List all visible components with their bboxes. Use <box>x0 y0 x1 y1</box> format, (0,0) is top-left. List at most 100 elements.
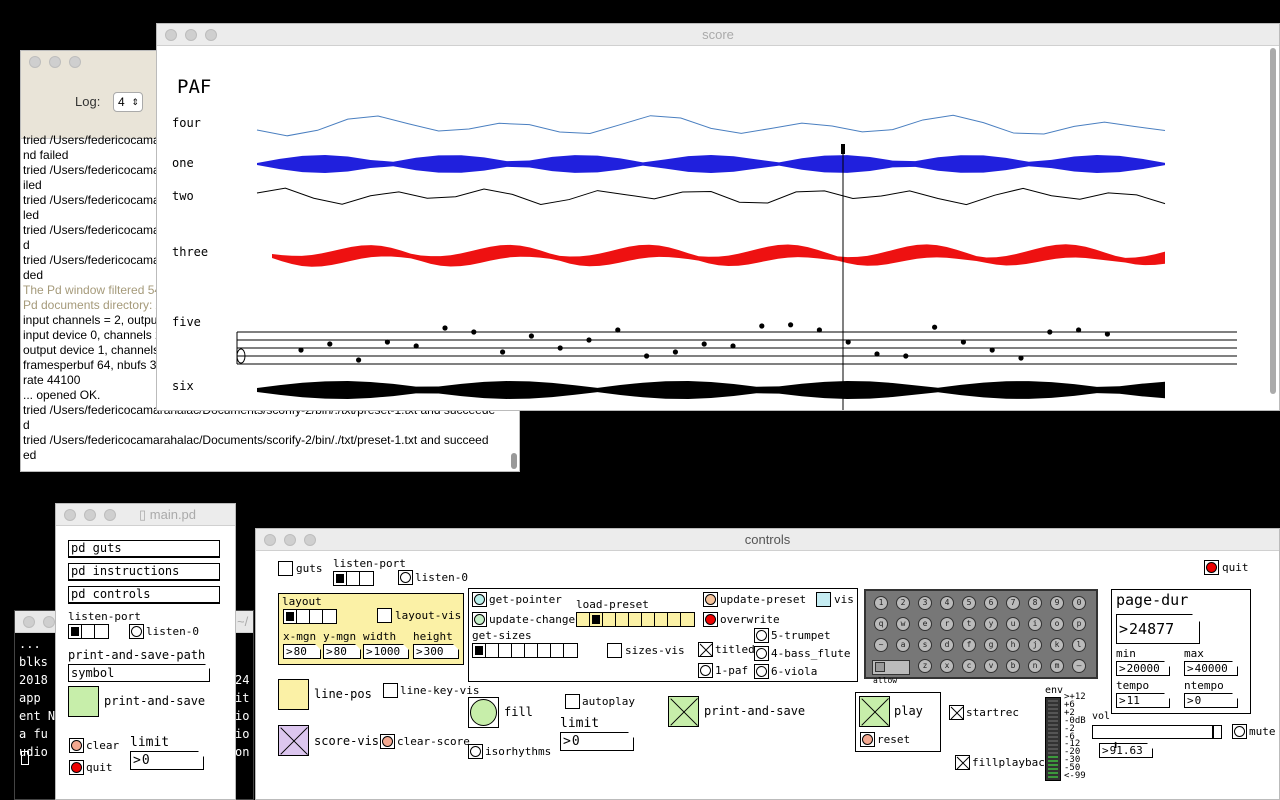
log-level-select[interactable]: 4 ⇕ <box>113 92 143 112</box>
score-vis-toggle[interactable] <box>278 725 309 756</box>
pd-controls-object[interactable]: pd controls <box>68 586 220 604</box>
key-button[interactable]: 2 <box>896 596 910 610</box>
quit-bang[interactable] <box>1204 560 1219 575</box>
minimize-icon[interactable] <box>84 509 96 521</box>
key-button[interactable]: a <box>896 638 910 652</box>
key-button[interactable]: t <box>962 617 976 631</box>
vis-toggle[interactable] <box>816 592 831 607</box>
x-mgn-number[interactable]: 80 <box>283 644 321 659</box>
bass-flute-bang[interactable] <box>754 646 769 661</box>
minimize-icon[interactable] <box>284 534 296 546</box>
key-button[interactable]: — <box>1072 659 1086 673</box>
key-button[interactable]: 7 <box>1006 596 1020 610</box>
log-scrollbar[interactable] <box>511 453 517 469</box>
close-icon[interactable] <box>165 29 177 41</box>
layout-radio[interactable] <box>283 609 337 624</box>
quit-bang[interactable] <box>69 760 84 775</box>
overwrite-bang[interactable] <box>703 612 718 627</box>
key-button[interactable]: f <box>962 638 976 652</box>
pd-guts-object[interactable]: pd guts <box>68 540 220 558</box>
print-and-save-bang[interactable] <box>68 686 99 717</box>
allow-button[interactable]: allow <box>872 660 910 685</box>
ntempo-number[interactable]: 0 <box>1184 693 1238 708</box>
play-toggle[interactable] <box>859 696 890 727</box>
vol-slider[interactable] <box>1092 725 1222 739</box>
guts-toggle[interactable] <box>278 561 293 576</box>
key-button[interactable]: v <box>984 659 998 673</box>
close-icon[interactable] <box>23 616 35 628</box>
pd-instructions-object[interactable]: pd instructions <box>68 563 220 581</box>
key-button[interactable]: x <box>940 659 954 673</box>
listen-port-radio[interactable] <box>333 571 374 586</box>
key-button[interactable]: b <box>1006 659 1020 673</box>
clear-bang[interactable] <box>69 738 84 753</box>
vol-number[interactable]: 91.63 <box>1099 743 1153 758</box>
key-button[interactable]: 0 <box>1072 596 1086 610</box>
key-button[interactable]: r <box>940 617 954 631</box>
key-button[interactable]: h <box>1006 638 1020 652</box>
listen-bang[interactable] <box>129 624 144 639</box>
key-button[interactable]: 6 <box>984 596 998 610</box>
fill-bang[interactable] <box>468 697 499 728</box>
main-pd-titlebar[interactable]: ▯ main.pd <box>56 504 235 526</box>
key-button[interactable]: n <box>1028 659 1042 673</box>
y-mgn-number[interactable]: 80 <box>323 644 361 659</box>
key-button[interactable]: u <box>1006 617 1020 631</box>
fillplayback-toggle[interactable] <box>955 755 970 770</box>
autoplay-toggle[interactable] <box>565 694 580 709</box>
height-number[interactable]: 300 <box>413 644 459 659</box>
controls-titlebar[interactable]: controls <box>256 529 1279 551</box>
startrec-toggle[interactable] <box>949 705 964 720</box>
reset-bang[interactable] <box>860 732 875 747</box>
score-scrollbar[interactable] <box>1270 48 1276 394</box>
listen-port-radio[interactable] <box>68 624 109 639</box>
minimize-icon[interactable] <box>43 616 55 628</box>
tempo-number[interactable]: 11 <box>1116 693 1170 708</box>
key-button[interactable]: e <box>918 617 932 631</box>
sizes-vis-toggle[interactable] <box>607 643 622 658</box>
vol-slider-handle[interactable] <box>1212 726 1214 738</box>
zoom-icon[interactable] <box>205 29 217 41</box>
limit-number[interactable]: 0 <box>560 732 634 751</box>
key-button[interactable]: i <box>1028 617 1042 631</box>
width-number[interactable]: 1000 <box>363 644 409 659</box>
isorhythms-bang[interactable] <box>468 744 483 759</box>
key-button[interactable]: w <box>896 617 910 631</box>
key-button[interactable]: 9 <box>1050 596 1064 610</box>
page-dur-number[interactable]: 24877 <box>1116 614 1200 644</box>
key-button[interactable]: m <box>1050 659 1064 673</box>
key-button[interactable]: d <box>940 638 954 652</box>
key-button[interactable]: g <box>984 638 998 652</box>
key-button[interactable]: 1 <box>874 596 888 610</box>
key-button[interactable]: 3 <box>918 596 932 610</box>
line-pos-bang[interactable] <box>278 679 309 710</box>
viola-bang[interactable] <box>754 664 769 679</box>
get-sizes-radio[interactable] <box>472 643 578 658</box>
key-button[interactable]: z <box>918 659 932 673</box>
zoom-icon[interactable] <box>104 509 116 521</box>
titled-toggle[interactable] <box>698 642 713 657</box>
load-preset-radio[interactable] <box>576 612 695 627</box>
clear-score-bang[interactable] <box>380 734 395 749</box>
key-button[interactable]: j <box>1028 638 1042 652</box>
update-changes-bang[interactable] <box>472 612 487 627</box>
key-button[interactable]: 8 <box>1028 596 1042 610</box>
zoom-icon[interactable] <box>304 534 316 546</box>
mute-bang[interactable] <box>1232 724 1247 739</box>
key-button[interactable]: o <box>1050 617 1064 631</box>
minimize-icon[interactable] <box>185 29 197 41</box>
symbol-box[interactable]: symbol <box>68 664 210 682</box>
print-and-save-toggle[interactable] <box>668 696 699 727</box>
listen-bang[interactable] <box>398 570 413 585</box>
score-titlebar[interactable]: score <box>157 24 1279 46</box>
paf-bang[interactable] <box>698 663 713 678</box>
key-button[interactable]: c <box>962 659 976 673</box>
score-canvas[interactable] <box>157 46 1267 411</box>
close-icon[interactable] <box>64 509 76 521</box>
close-icon[interactable] <box>264 534 276 546</box>
key-button[interactable]: 5 <box>962 596 976 610</box>
key-button[interactable]: ~ <box>874 638 888 652</box>
limit-number[interactable]: 0 <box>130 751 204 770</box>
get-pointer-bang[interactable] <box>472 592 487 607</box>
key-button[interactable]: l <box>1072 638 1086 652</box>
